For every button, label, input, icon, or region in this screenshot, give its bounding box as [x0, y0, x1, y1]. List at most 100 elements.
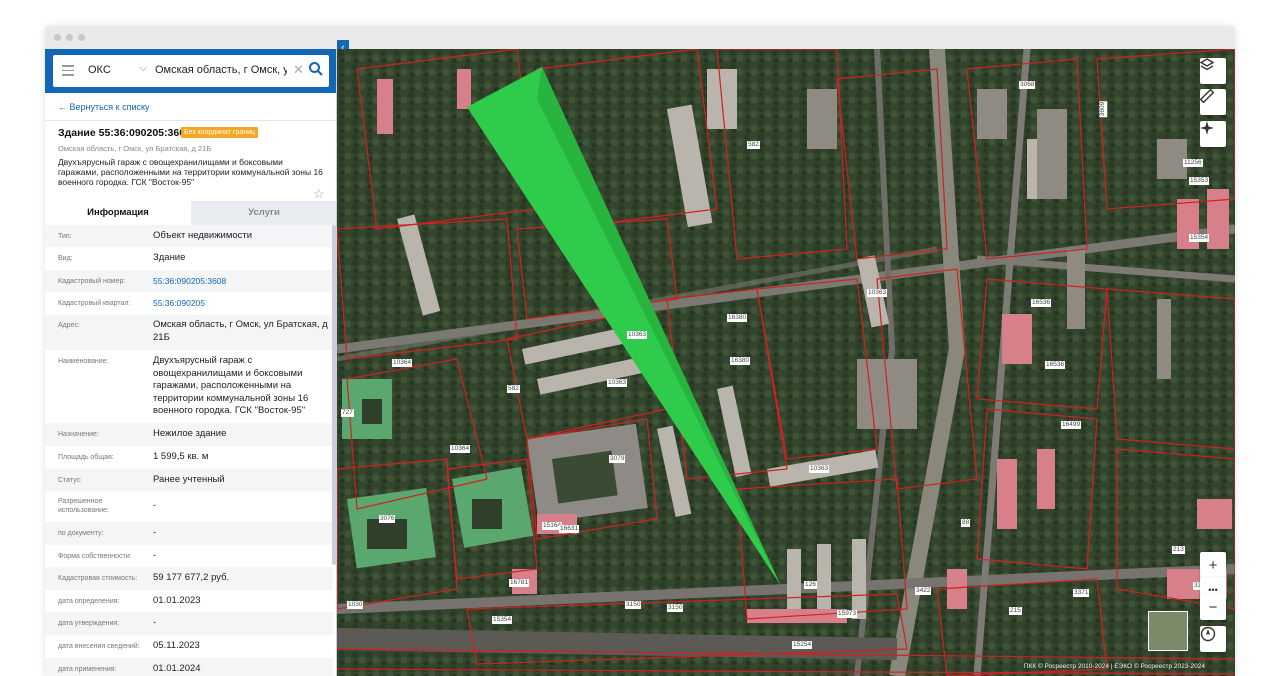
parcel-label: 126 — [804, 581, 817, 589]
satellite-map[interactable]: 3068 3609 582 10364 11256 15353 15354 16… — [337, 49, 1235, 676]
object-title: Здание 55:36:090205:3608 — [58, 127, 191, 139]
parcel-label: 3150 — [625, 601, 642, 609]
window-titlebar — [45, 26, 1235, 49]
table-row: Кадастровая стоимость: 59 177 677,2 руб. — [45, 567, 333, 590]
row-value: - — [153, 500, 157, 511]
parcel-label: 16380 — [727, 314, 748, 322]
tab-services[interactable]: Услуги — [191, 201, 336, 225]
row-value: Ранее учтенный — [153, 474, 225, 485]
layers-icon[interactable] — [1200, 58, 1226, 84]
search-type-select[interactable]: ОКС — [88, 64, 111, 76]
row-label: Форма собственности: — [58, 553, 132, 560]
row-value: 59 177 677,2 руб. — [153, 572, 230, 583]
row-value: - — [153, 527, 157, 538]
row-value: 01.01.2023 — [153, 595, 201, 606]
row-label: дата применения: — [58, 666, 117, 673]
table-row: дата утверждения: - — [45, 612, 333, 635]
locate-icon[interactable] — [1200, 121, 1226, 147]
chevron-down-icon[interactable]: ⌵ — [139, 62, 147, 75]
table-row: Кадастровый номер: 55:36:090205:3608 — [45, 270, 333, 292]
clear-icon[interactable]: ✕ — [293, 62, 304, 78]
row-label: Площадь общая: — [58, 454, 114, 461]
parcel-label: 16536 — [1031, 299, 1052, 307]
search-icon[interactable] — [308, 61, 324, 77]
row-value: Двухъярусный гараж с овощехранилищами и … — [153, 355, 309, 416]
row-label: Вид: — [58, 255, 73, 262]
row-label: Статус: — [58, 477, 83, 484]
ruler-icon[interactable] — [1200, 89, 1226, 115]
parcel-label: 3079 — [609, 455, 626, 463]
panel-scrollbar[interactable] — [332, 225, 336, 565]
zoom-out-button[interactable]: − — [1200, 594, 1226, 620]
parcel-label: 10363 — [867, 289, 888, 297]
table-row: Тип: Объект недвижимости — [45, 225, 333, 247]
row-label: Адрес: — [58, 322, 80, 329]
info-panel: ОКС ⌵ Омская область, г Омск, ул Бр ✕ ← … — [45, 49, 337, 676]
row-value: - — [153, 550, 157, 561]
parcel-label: 15973 — [837, 610, 858, 618]
parcel-label: 16536 — [1045, 361, 1066, 369]
row-label: дата определения: — [58, 598, 120, 605]
table-row: дата внесения сведений: 05.11.2023 — [45, 635, 333, 658]
star-icon[interactable]: ☆ — [313, 186, 325, 202]
parcel-label: 15354 — [492, 616, 513, 624]
cadastral-quarter-link[interactable]: 55:36:090205 — [153, 297, 329, 310]
search-box[interactable]: ОКС ⌵ Омская область, г Омск, ул Бр ✕ — [53, 55, 329, 87]
table-row: дата применения: 01.01.2024 — [45, 658, 333, 676]
table-row: Статус: Ранее учтенный — [45, 469, 333, 491]
row-label: дата утверждения: — [58, 620, 120, 627]
table-row: Форма собственности: - — [45, 545, 333, 567]
basemap-thumbnail[interactable] — [1148, 611, 1188, 651]
row-label: дата внесения сведений: — [58, 643, 140, 650]
row-label: Назначение: — [58, 431, 99, 438]
row-label: Кадастровый номер: — [58, 278, 126, 285]
hamburger-menu-icon[interactable] — [62, 65, 74, 77]
window-dot-icon[interactable] — [78, 34, 85, 41]
row-value: - — [153, 617, 157, 628]
parcel-label: 15354 — [1189, 234, 1210, 242]
parcel-label: 3609 — [1099, 100, 1108, 118]
parcel-label: 215 — [1009, 607, 1022, 615]
table-row: Наименование: Двухъярусный гараж с овоще… — [45, 350, 333, 423]
row-label: по документу: — [58, 530, 104, 537]
back-to-list-link[interactable]: ← Вернуться к списку — [58, 102, 150, 112]
table-row: Площадь общая: 1 599,5 кв. м — [45, 446, 333, 469]
parcel-label: 582 — [747, 141, 760, 149]
row-value: Нежилое здание — [153, 428, 227, 439]
parcel-label: 1030 — [347, 601, 364, 609]
parcel-label: 10364 — [450, 445, 471, 453]
status-badge: Без координат границ — [181, 127, 259, 138]
parcel-label: 582 — [507, 385, 520, 393]
divider — [45, 120, 336, 121]
parcel-label: 3150 — [667, 604, 684, 612]
search-bar: ОКС ⌵ Омская область, г Омск, ул Бр ✕ — [45, 49, 336, 93]
parcel-label: 10363 — [809, 465, 830, 473]
parcel-label: 10364 — [392, 359, 413, 367]
row-value: 05.11.2023 — [153, 640, 200, 651]
parcel-label: 15254 — [792, 641, 813, 649]
table-row: Адрес: Омская область, г Омск, ул Братск… — [45, 315, 333, 350]
row-label: Кадастровая стоимость: — [58, 575, 138, 582]
table-row: Вид: Здание — [45, 247, 333, 270]
table-row: дата определения: 01.01.2023 — [45, 590, 333, 612]
zoom-in-button[interactable]: + — [1200, 552, 1226, 578]
search-input[interactable]: Омская область, г Омск, ул Бр — [155, 64, 287, 76]
window-dot-icon[interactable] — [54, 34, 61, 41]
cadastral-number-link[interactable]: 55:36:090205:3608 — [153, 275, 329, 288]
row-value: Объект недвижимости — [153, 230, 253, 241]
attribute-table: Тип: Объект недвижимости Вид: Здание Кад… — [45, 225, 333, 676]
tab-information[interactable]: Информация — [45, 201, 191, 225]
parcel-label: 15353 — [1189, 177, 1210, 185]
window-dot-icon[interactable] — [66, 34, 73, 41]
compass-icon[interactable] — [1200, 626, 1226, 652]
parcel-label: 16380 — [730, 357, 751, 365]
parcel-label: 16781 — [509, 579, 530, 587]
parcel-label: 213 — [1172, 546, 1185, 554]
parcel-label: 88 — [961, 519, 971, 527]
map-canvas[interactable] — [337, 49, 1235, 676]
parcel-label: 10363 — [607, 379, 628, 387]
parcel-label: 16499 — [1061, 421, 1082, 429]
table-row: Назначение: Нежилое здание — [45, 423, 333, 446]
parcel-label: 3076 — [379, 515, 396, 523]
parcel-label: 727 — [341, 409, 354, 417]
